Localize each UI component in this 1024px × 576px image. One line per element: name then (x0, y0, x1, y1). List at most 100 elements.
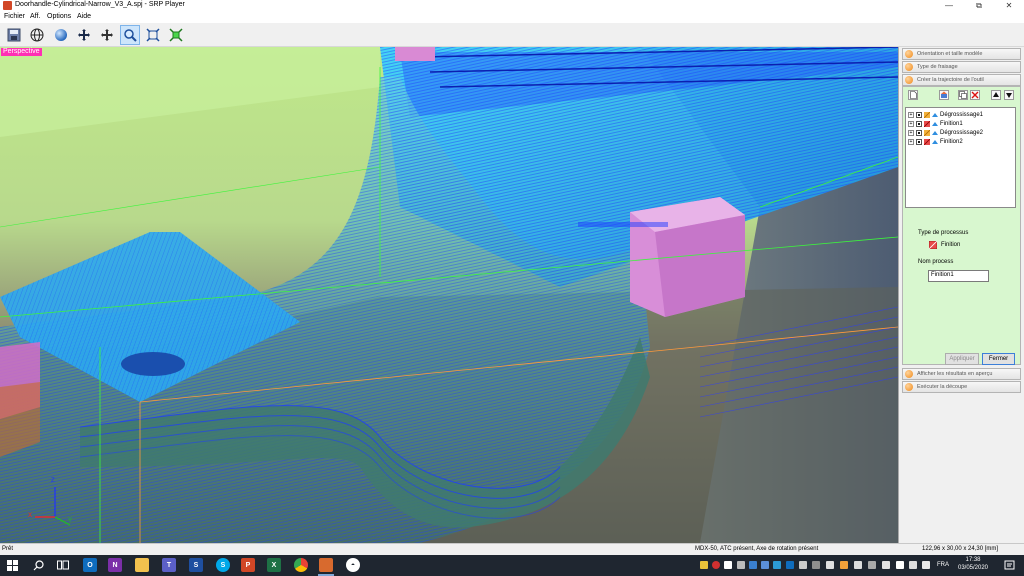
powerpoint-icon[interactable]: P (241, 558, 255, 572)
tray-icon[interactable] (712, 561, 720, 569)
checkbox-icon[interactable] (916, 129, 922, 136)
teams-icon[interactable]: T (162, 558, 176, 572)
process-type-value: Finition (941, 242, 961, 248)
solidworks-icon[interactable]: S (189, 558, 203, 572)
process-tree: + Dégrossissage1 + Finition1 + Dégrossis… (905, 107, 1016, 208)
title-bar: Doorhandle-Cylindrical-Narrow_V3_A.spj -… (0, 0, 1024, 12)
process-name-input[interactable]: Finition1 (928, 270, 989, 282)
move-down-icon[interactable] (1004, 90, 1014, 100)
tray-icon[interactable] (840, 561, 848, 569)
checkbox-icon[interactable] (916, 120, 922, 127)
step-bullet-icon (905, 370, 913, 378)
tree-item-finishing-2[interactable]: + Finition2 (908, 137, 963, 146)
rotate-move-icon[interactable] (74, 25, 94, 45)
chrome-icon[interactable] (294, 558, 308, 572)
volume-icon[interactable] (922, 561, 930, 569)
step-create-toolpath[interactable]: Créer la trajectoire de l'outil (902, 74, 1021, 86)
task-view-icon[interactable] (57, 560, 69, 571)
outlook-icon[interactable]: O (83, 558, 97, 572)
file-explorer-icon[interactable] (135, 558, 149, 572)
status-ready: Prêt (2, 546, 14, 552)
tray-icon[interactable] (749, 561, 757, 569)
wifi-icon[interactable] (909, 561, 917, 569)
tree-item-roughing-1[interactable]: + Dégrossissage1 (908, 110, 983, 119)
fit-all-icon[interactable] (166, 25, 186, 45)
step-bullet-icon (905, 76, 913, 84)
notifications-icon[interactable] (1004, 560, 1015, 571)
view-mode-badge[interactable]: Perspective (1, 48, 42, 56)
finishing-type-icon (929, 241, 937, 249)
onenote-icon[interactable]: N (108, 558, 122, 572)
windows-start-icon[interactable] (7, 560, 18, 571)
sphere-shaded-icon[interactable] (51, 25, 71, 45)
checkbox-icon[interactable] (916, 111, 922, 118)
fit-view-icon[interactable] (143, 25, 163, 45)
tray-icon[interactable] (773, 561, 781, 569)
tool-icon (932, 139, 938, 144)
minimize-button[interactable]: — (934, 0, 964, 12)
zoom-icon[interactable] (120, 25, 140, 45)
apply-button[interactable]: Appliquer (945, 353, 979, 365)
tree-item-finishing-1[interactable]: + Finition1 (908, 119, 963, 128)
search-icon[interactable] (33, 560, 44, 571)
axis-x-label: X (28, 513, 33, 519)
step-orientation[interactable]: Orientation et taille modèle (902, 48, 1021, 60)
step-bullet-icon (905, 50, 913, 58)
roughing-icon (924, 129, 930, 136)
clock[interactable]: 17:38 03/05/2020 (955, 556, 991, 572)
tray-icon[interactable] (724, 561, 732, 569)
step-label: Exécuter la découpe (917, 384, 968, 390)
toolbar (0, 23, 1024, 47)
copy-icon[interactable] (958, 90, 968, 100)
network-icon[interactable] (826, 561, 834, 569)
step-milling-type[interactable]: Type de fraisage (902, 61, 1021, 73)
new-process-icon[interactable] (908, 90, 918, 100)
save-icon[interactable] (4, 25, 24, 45)
tray-icon[interactable] (868, 561, 876, 569)
maximize-button[interactable]: ⧉ (964, 0, 994, 12)
roughing-icon (924, 111, 930, 118)
step-bullet-icon (905, 63, 913, 71)
status-dimensions: 122,96 x 30,00 x 24,30 [mm] (922, 546, 999, 552)
menu-options[interactable]: Options (47, 13, 71, 20)
tray-icon[interactable] (737, 561, 745, 569)
move-up-icon[interactable] (991, 90, 1001, 100)
finishing-icon (924, 138, 930, 145)
tray-icon[interactable] (799, 561, 807, 569)
excel-icon[interactable]: X (267, 558, 281, 572)
tray-icon[interactable] (882, 561, 890, 569)
language-indicator[interactable]: FRA (937, 562, 949, 568)
3d-viewport[interactable]: Perspective Z X Y (0, 47, 898, 543)
close-button[interactable]: ✕ (994, 0, 1024, 12)
window-title: Doorhandle-Cylindrical-Narrow_V3_A.spj -… (15, 1, 185, 8)
checkbox-icon[interactable] (916, 138, 922, 145)
tray-icon[interactable] (786, 561, 794, 569)
step-label: Type de fraisage (917, 64, 958, 70)
menu-aide[interactable]: Aide (77, 13, 91, 20)
camera-app-icon[interactable]: ◓ (346, 558, 360, 572)
clock-time: 17:38 (965, 557, 981, 563)
menu-fichier[interactable]: Fichier (4, 13, 25, 20)
status-bar: Prêt MDX-50, ATC présent, Axe de rotatio… (0, 543, 1024, 555)
tray-icon[interactable] (812, 561, 820, 569)
edit-process-icon[interactable] (939, 90, 949, 100)
tray-icon[interactable] (854, 561, 862, 569)
tray-icon[interactable] (700, 561, 708, 569)
skype-icon[interactable]: S (216, 558, 230, 572)
finishing-icon (924, 120, 930, 127)
tool-icon (932, 130, 938, 135)
tray-icon[interactable] (761, 561, 769, 569)
tree-item-roughing-2[interactable]: + Dégrossissage2 (908, 128, 983, 137)
step-run-cutting[interactable]: Exécuter la découpe (902, 381, 1021, 393)
close-panel-button[interactable]: Fermer (982, 353, 1015, 365)
pan-icon[interactable] (97, 25, 117, 45)
srp-player-icon[interactable] (319, 558, 333, 572)
app-icon (3, 1, 12, 10)
globe-grid-icon[interactable] (27, 25, 47, 45)
menu-aff[interactable]: Aff. (30, 13, 40, 20)
battery-icon[interactable] (896, 561, 904, 569)
step-label: Orientation et taille modèle (917, 51, 983, 57)
model-render (0, 47, 898, 543)
step-preview-results[interactable]: Afficher les résultats en aperçu (902, 368, 1021, 380)
delete-icon[interactable] (970, 90, 980, 100)
